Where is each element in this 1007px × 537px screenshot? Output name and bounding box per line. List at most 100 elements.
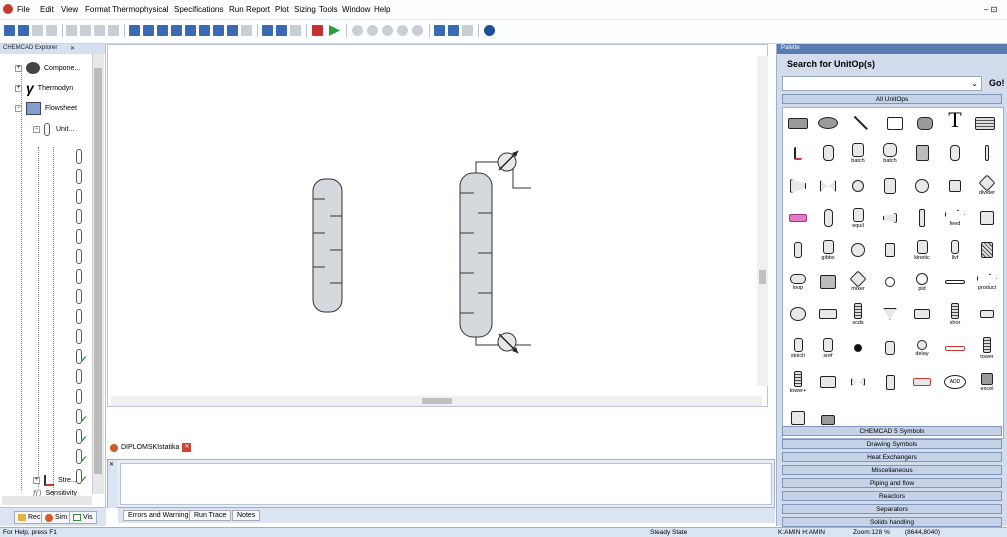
menu-run[interactable]: Run bbox=[229, 5, 244, 14]
line-shape-icon[interactable] bbox=[849, 111, 873, 135]
tower-with-condenser-reboiler[interactable] bbox=[459, 150, 531, 354]
tab-run-trace[interactable]: Run Trace bbox=[189, 510, 232, 521]
components-icon[interactable] bbox=[129, 25, 140, 36]
tree-unit-icon[interactable] bbox=[76, 289, 82, 304]
product-icon[interactable] bbox=[213, 25, 224, 36]
zoom-fit-icon[interactable] bbox=[382, 25, 393, 36]
save-icon[interactable] bbox=[32, 25, 43, 36]
explorer-close-icon[interactable]: ✕ bbox=[70, 45, 75, 52]
mixer-unitop-icon[interactable]: mixer bbox=[846, 270, 870, 294]
tree-unit-icon[interactable] bbox=[76, 369, 82, 384]
heater-unitop-icon[interactable] bbox=[878, 238, 902, 262]
output-close-icon[interactable]: ✕ bbox=[109, 461, 114, 468]
delay-unitop-icon[interactable]: delay bbox=[910, 336, 934, 360]
sref-unitop-icon[interactable]: sref bbox=[816, 336, 840, 360]
tree-unit-icon[interactable] bbox=[76, 209, 82, 224]
vacuum-unitop-icon[interactable] bbox=[816, 370, 840, 394]
table-tool-icon[interactable] bbox=[973, 111, 997, 135]
run-icon[interactable] bbox=[329, 25, 340, 36]
stream-icon[interactable] bbox=[171, 25, 182, 36]
loop-unitop-icon[interactable]: loop bbox=[786, 270, 810, 294]
paste-icon[interactable] bbox=[94, 25, 105, 36]
new-file-icon[interactable] bbox=[4, 25, 15, 36]
gibbs-unitop-icon[interactable]: gibbs bbox=[816, 238, 840, 262]
canvas-hscrollbar[interactable] bbox=[111, 396, 762, 406]
c-icon[interactable] bbox=[434, 25, 445, 36]
p-icon[interactable] bbox=[448, 25, 459, 36]
recorder-unitop-icon[interactable] bbox=[816, 302, 840, 326]
pipe-unitop-icon[interactable] bbox=[975, 141, 999, 165]
palette-cat-heat-exchangers[interactable]: Heat Exchangers bbox=[782, 452, 1002, 462]
text-tool-icon[interactable]: T bbox=[943, 108, 967, 132]
palette-cat-reactors[interactable]: Reactors bbox=[782, 491, 1002, 501]
feed-unitop-icon[interactable]: feed bbox=[943, 206, 967, 230]
menu-sizing[interactable]: Sizing bbox=[294, 5, 316, 14]
excel-unitop-icon[interactable]: excel bbox=[975, 370, 999, 394]
tree-unit-icon[interactable] bbox=[76, 269, 82, 284]
tree-flowsheet[interactable]: − Flowsheet bbox=[15, 101, 77, 115]
flash-unitop-icon[interactable] bbox=[786, 238, 810, 262]
tree-unit-icon[interactable] bbox=[76, 229, 82, 244]
cut-icon[interactable] bbox=[66, 25, 77, 36]
distillation-column[interactable] bbox=[312, 178, 343, 313]
calculator-unitop-icon[interactable] bbox=[910, 141, 934, 165]
menu-thermophysical[interactable]: Thermophysical bbox=[112, 5, 168, 14]
tower-plus-unitop-icon[interactable]: tower+ bbox=[786, 370, 810, 394]
tree-unit-icon[interactable] bbox=[76, 189, 82, 204]
exchanger-shell-unitop-icon[interactable] bbox=[910, 370, 934, 394]
splitter-unitop-icon[interactable] bbox=[975, 302, 999, 326]
extractor-unitop-icon[interactable] bbox=[910, 206, 934, 230]
valve-unitop-icon[interactable] bbox=[846, 370, 870, 394]
pump-unitop-icon[interactable] bbox=[786, 302, 810, 326]
control-valve-unitop-icon[interactable] bbox=[816, 174, 840, 198]
heat-exchanger-unitop-icon[interactable] bbox=[846, 238, 870, 262]
refresh-icon[interactable] bbox=[412, 25, 423, 36]
menu-file[interactable]: File bbox=[17, 5, 30, 14]
tab-recycle[interactable]: Rec bbox=[14, 511, 45, 524]
palette-cat-separators[interactable]: Separators bbox=[782, 504, 1002, 514]
lnghx-unitop-icon[interactable] bbox=[975, 238, 999, 262]
palette-search-input[interactable]: ⌄ bbox=[782, 76, 982, 91]
compressor-unitop-icon[interactable] bbox=[786, 174, 810, 198]
canvas-vscroll-thumb[interactable] bbox=[759, 270, 766, 284]
stream-ref-unitop-icon[interactable] bbox=[846, 336, 870, 360]
specs-icon[interactable] bbox=[227, 25, 238, 36]
chevron-down-icon[interactable]: ⌄ bbox=[971, 79, 978, 88]
output-text-area[interactable] bbox=[120, 463, 772, 505]
doc-tab[interactable]: DIPLOMSKIstatika ✕ bbox=[110, 443, 192, 452]
batch-unitop-icon[interactable]: batch bbox=[846, 141, 870, 165]
tree-unit-icon[interactable] bbox=[76, 169, 82, 184]
menu-edit[interactable]: Edit bbox=[40, 5, 54, 14]
convergence-icon[interactable] bbox=[262, 25, 273, 36]
tank-unitop-icon[interactable] bbox=[878, 336, 902, 360]
app-icon[interactable] bbox=[3, 4, 13, 14]
orifice-unitop-icon[interactable] bbox=[846, 174, 870, 198]
undo-icon[interactable] bbox=[108, 25, 119, 36]
flowsheet-icon[interactable] bbox=[157, 25, 168, 36]
tab-sim[interactable]: Sim bbox=[41, 511, 72, 524]
menu-view[interactable]: View bbox=[61, 5, 78, 14]
tab-errors-warnings[interactable]: Errors and Warnings bbox=[123, 510, 197, 521]
tree-unit[interactable]: − Unit... bbox=[33, 122, 74, 136]
stop-icon[interactable] bbox=[312, 25, 323, 36]
stream-unitop-icon[interactable] bbox=[786, 141, 810, 165]
expander-unitop-icon[interactable] bbox=[878, 206, 902, 230]
tree-streams[interactable]: + Stre... bbox=[33, 473, 77, 487]
shor-unitop-icon[interactable]: shor bbox=[943, 302, 967, 326]
calculator-icon[interactable] bbox=[276, 25, 287, 36]
palette-all-unitops[interactable]: All UnitOps bbox=[782, 94, 1002, 104]
llvf-unitop-icon[interactable]: llvf bbox=[943, 238, 967, 262]
tree-unit-icon[interactable] bbox=[76, 249, 82, 264]
membrane-unitop-icon[interactable] bbox=[816, 270, 840, 294]
menu-plot[interactable]: Plot bbox=[275, 5, 289, 14]
menu-report[interactable]: Report bbox=[246, 5, 270, 14]
tree-unit-icon[interactable] bbox=[76, 329, 82, 344]
divider-unitop-icon[interactable]: divider bbox=[975, 174, 999, 198]
tab-notes[interactable]: Notes bbox=[232, 510, 261, 521]
column-unitop-icon[interactable] bbox=[943, 141, 967, 165]
tree-unit-icon[interactable] bbox=[76, 149, 82, 164]
tree-thermo[interactable]: + γ Thermodyn bbox=[15, 80, 73, 96]
rectangle-shape-icon[interactable] bbox=[786, 111, 810, 135]
pipe-segment-unitop-icon[interactable] bbox=[943, 270, 967, 294]
batch-reactor-unitop-icon[interactable]: batch bbox=[878, 141, 902, 165]
